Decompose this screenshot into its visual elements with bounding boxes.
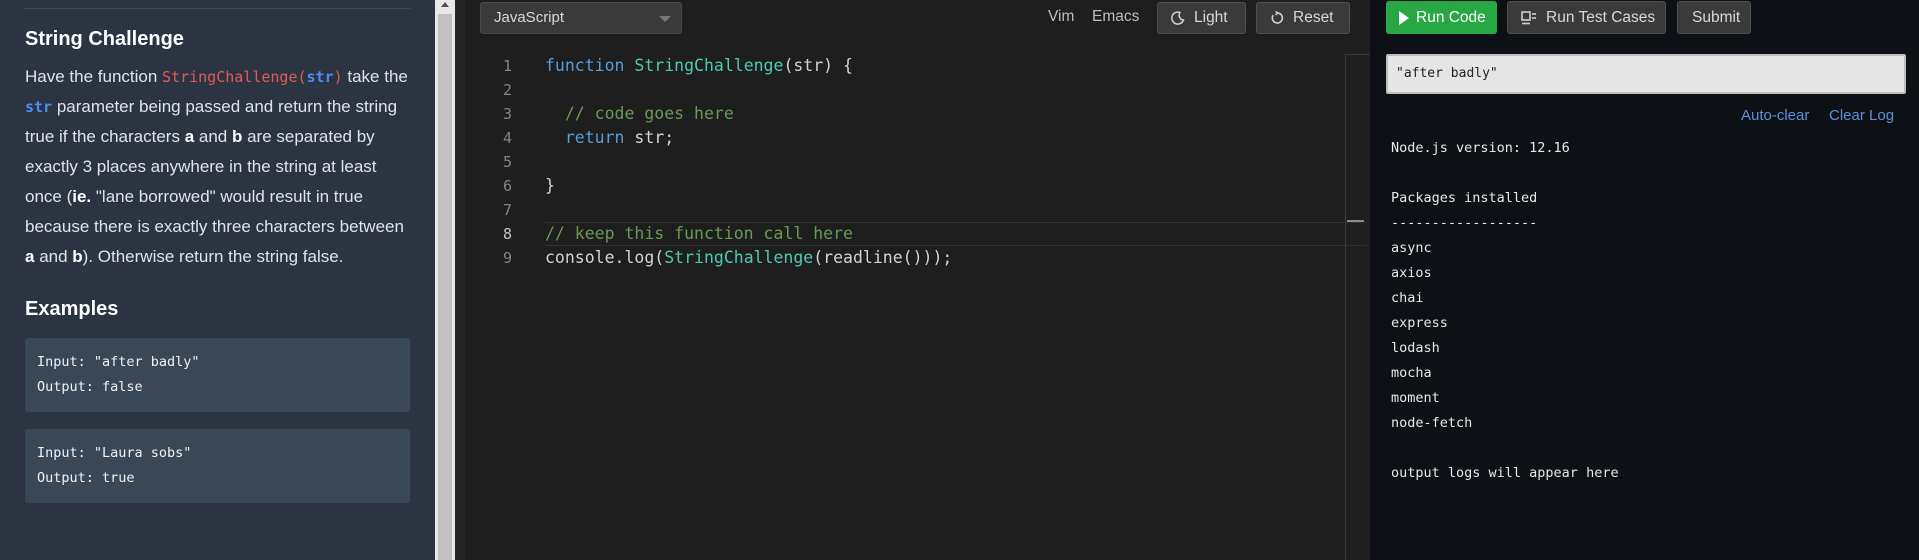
- example-output: Output: false: [37, 379, 143, 395]
- code-line[interactable]: }: [545, 174, 1345, 198]
- line-gutter: 1 2 3 4 5 6 7 8 9: [465, 54, 535, 270]
- console-line: async: [1391, 240, 1432, 256]
- console-line: lodash: [1391, 340, 1440, 356]
- console-line: moment: [1391, 390, 1440, 406]
- problem-description: Have the function StringChallenge(str) t…: [25, 67, 408, 266]
- line-number: 8: [502, 225, 512, 243]
- code-editor[interactable]: 1 2 3 4 5 6 7 8 9 function StringChallen…: [465, 54, 1370, 560]
- editor-scroll-track[interactable]: [1345, 54, 1346, 560]
- function-signature: StringChallenge(str): [162, 68, 343, 86]
- console-panel: Run Code Run Test Cases Submit "after ba…: [1370, 0, 1919, 560]
- play-icon: [1399, 11, 1409, 25]
- example-block: Input: "after badly" Output: false: [25, 338, 410, 412]
- code-line[interactable]: [545, 198, 1345, 222]
- problem-panel: String Challenge Have the function Strin…: [0, 0, 435, 560]
- console-line: ------------------: [1391, 215, 1538, 231]
- reset-icon: [1271, 11, 1284, 24]
- run-code-button[interactable]: Run Code: [1386, 1, 1497, 34]
- code-line[interactable]: function StringChallenge(str) {: [545, 54, 1345, 78]
- run-test-cases-button[interactable]: Run Test Cases: [1507, 1, 1666, 34]
- code-line[interactable]: // code goes here: [545, 102, 1345, 126]
- line-number: 5: [502, 153, 512, 171]
- problem-content: String Challenge Have the function Strin…: [25, 26, 410, 503]
- code-line[interactable]: console.log(StringChallenge(readline()))…: [545, 246, 1345, 270]
- moon-icon: [1171, 11, 1185, 25]
- chevron-down-icon: [659, 16, 671, 22]
- test-list-icon: [1521, 11, 1536, 25]
- code-line[interactable]: return str;: [545, 126, 1345, 150]
- stdin-input[interactable]: "after badly": [1386, 54, 1906, 94]
- light-theme-button[interactable]: Light: [1157, 2, 1246, 34]
- scroll-up-icon[interactable]: [441, 2, 449, 7]
- code-line[interactable]: [545, 78, 1345, 102]
- problem-scrollbar-thumb[interactable]: [438, 14, 452, 560]
- vim-mode-link[interactable]: Vim: [1048, 8, 1074, 26]
- emacs-mode-link[interactable]: Emacs: [1092, 8, 1139, 26]
- console-line: Node.js version: 12.16: [1391, 140, 1570, 156]
- divider: [24, 8, 411, 9]
- line-number: 4: [502, 129, 512, 147]
- console-line: node-fetch: [1391, 415, 1473, 431]
- console-line: Packages installed: [1391, 190, 1538, 206]
- reset-button[interactable]: Reset: [1256, 2, 1350, 34]
- auto-clear-link[interactable]: Auto-clear: [1741, 107, 1809, 124]
- line-number: 9: [502, 249, 512, 267]
- console-line: chai: [1391, 290, 1424, 306]
- example-block: Input: "Laura sobs" Output: true: [25, 429, 410, 503]
- console-line: axios: [1391, 265, 1432, 281]
- submit-button[interactable]: Submit: [1677, 1, 1751, 34]
- scroll-position-marker[interactable]: [1347, 220, 1364, 222]
- code-lines[interactable]: function StringChallenge(str) { // code …: [545, 54, 1345, 270]
- example-input: Input: "after badly": [37, 354, 200, 370]
- line-number: 1: [502, 57, 512, 75]
- line-number: 7: [502, 201, 512, 219]
- console-line: output logs will appear here: [1391, 465, 1619, 481]
- line-number: 2: [502, 81, 512, 99]
- panel-resizer[interactable]: [455, 0, 465, 560]
- example-output: Output: true: [37, 470, 135, 486]
- problem-title: String Challenge: [25, 28, 184, 50]
- language-select[interactable]: JavaScript: [480, 2, 682, 34]
- console-line: express: [1391, 315, 1448, 331]
- console-output: Node.js version: 12.16 Packages installe…: [1391, 136, 1901, 486]
- language-select-value: JavaScript: [494, 9, 565, 26]
- code-line[interactable]: // keep this function call here: [545, 222, 1345, 246]
- param-name: str: [25, 98, 53, 116]
- examples-heading: Examples: [25, 298, 119, 320]
- example-input: Input: "Laura sobs": [37, 445, 192, 461]
- code-line[interactable]: [545, 150, 1345, 174]
- clear-log-link[interactable]: Clear Log: [1829, 107, 1894, 124]
- console-line: mocha: [1391, 365, 1432, 381]
- editor-panel: JavaScript Vim Emacs Light Reset 1 2 3 4…: [465, 0, 1370, 560]
- line-number: 6: [502, 177, 512, 195]
- line-number: 3: [502, 105, 512, 123]
- divider: [1345, 54, 1370, 55]
